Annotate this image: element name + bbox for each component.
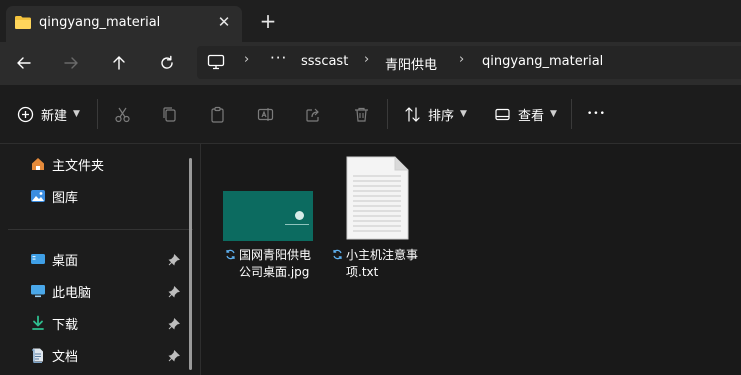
pin-icon[interactable] — [168, 254, 180, 266]
more-options-button[interactable]: ••• — [587, 102, 606, 126]
rename-button[interactable] — [257, 102, 274, 126]
navigation-bar: › ··· ssscast › 青阳供电 › qingyang_material — [0, 42, 741, 85]
sidebar-scrollbar[interactable] — [189, 158, 192, 370]
text-file-icon — [346, 156, 409, 240]
chevron-right-icon[interactable]: › — [364, 52, 369, 67]
view-icon — [495, 108, 510, 120]
tab-strip: qingyang_material ✕ + — [0, 0, 741, 42]
desktop-icon — [31, 254, 45, 264]
new-label: 新建 — [41, 108, 68, 124]
sidebar-item-label: 图库 — [52, 190, 79, 206]
command-bar: 新建 ▼ 排序 ▼ 查看 ▼ ••• — [0, 85, 741, 144]
new-tab-button[interactable]: + — [258, 11, 278, 31]
sidebar-divider — [8, 229, 193, 230]
sort-icon — [405, 106, 420, 122]
toolbar-divider — [97, 99, 98, 129]
computer-icon — [207, 54, 225, 70]
up-button[interactable] — [105, 51, 133, 75]
tab-title: qingyang_material — [39, 15, 161, 30]
forward-button[interactable] — [57, 51, 85, 75]
file-name-line: 公司桌面.jpg — [239, 265, 310, 279]
sidebar-item-label: 桌面 — [52, 253, 79, 269]
sidebar-item-documents[interactable]: 文档 — [30, 344, 78, 366]
refresh-button[interactable] — [153, 51, 181, 75]
sidebar-item-label: 文档 — [52, 349, 79, 365]
sort-label: 排序 — [428, 108, 455, 124]
sidebar-item-downloads[interactable]: 下载 — [30, 312, 78, 334]
arrow-left-icon — [17, 57, 31, 69]
tab-qingyang-material[interactable]: qingyang_material ✕ — [6, 6, 242, 42]
paste-button[interactable] — [209, 102, 226, 126]
file-thumbnail-text[interactable] — [345, 156, 409, 240]
download-icon — [32, 315, 44, 330]
navigation-pane: 主文件夹 图库 桌面 此电脑 下载 文档 — [0, 144, 200, 375]
copy-icon — [163, 106, 176, 122]
file-list: 国网青阳供电 公司桌面.jpg 小主机注意事 项.txt — [201, 144, 741, 375]
sidebar-item-label: 下载 — [52, 317, 79, 333]
home-icon — [32, 158, 44, 170]
copy-button[interactable] — [161, 102, 178, 126]
toolbar-divider — [387, 99, 388, 129]
sync-icon — [226, 249, 235, 260]
pin-icon[interactable] — [168, 350, 180, 362]
sync-icon — [333, 249, 342, 260]
this-pc-icon — [31, 285, 45, 298]
clipboard-icon — [211, 106, 224, 123]
gallery-icon — [31, 190, 45, 202]
arrow-up-icon — [113, 56, 125, 70]
sidebar-item-gallery[interactable]: 图库 — [30, 185, 78, 207]
file-name-txt[interactable]: 小主机注意事 项.txt — [332, 247, 418, 281]
trash-icon — [355, 107, 368, 122]
chevron-down-icon: ▼ — [550, 109, 557, 119]
file-name-line: 小主机注意事 — [346, 248, 419, 262]
refresh-icon — [161, 55, 173, 69]
logo-caption-line — [285, 224, 309, 225]
folder-icon — [14, 15, 32, 30]
document-icon — [32, 348, 43, 363]
sidebar-item-label: 此电脑 — [52, 285, 92, 301]
sidebar-item-home[interactable]: 主文件夹 — [30, 153, 104, 175]
pin-icon[interactable] — [168, 286, 180, 298]
breadcrumb-qingyang-material[interactable]: qingyang_material — [482, 54, 603, 69]
file-name-line: 国网青阳供电 — [239, 248, 312, 262]
logo-mark — [295, 211, 304, 220]
chevron-down-icon: ▼ — [73, 109, 80, 119]
sidebar-item-desktop[interactable]: 桌面 — [30, 248, 78, 270]
toolbar-divider — [571, 99, 572, 129]
rename-icon — [257, 107, 274, 121]
share-icon — [306, 108, 319, 122]
breadcrumb-ssscast[interactable]: ssscast — [301, 54, 348, 69]
address-bar[interactable]: › ··· ssscast › 青阳供电 › qingyang_material — [197, 46, 741, 79]
sidebar-item-label: 主文件夹 — [52, 158, 105, 174]
file-name-line: 项.txt — [346, 265, 379, 279]
chevron-right-icon: › — [244, 52, 250, 67]
more-icon: ••• — [587, 109, 606, 119]
arrow-right-icon — [64, 57, 78, 69]
breadcrumb-qingyang-power[interactable]: 青阳供电 — [385, 54, 437, 73]
delete-button[interactable] — [353, 102, 370, 126]
new-button[interactable]: 新建 ▼ — [17, 102, 80, 126]
plus-circle-icon — [17, 106, 34, 122]
file-thumbnail-image[interactable] — [223, 191, 313, 241]
sidebar-item-this-pc[interactable]: 此电脑 — [30, 280, 91, 302]
chevron-right-icon[interactable]: › — [459, 52, 464, 67]
scissors-icon — [115, 107, 130, 122]
cut-button[interactable] — [114, 102, 131, 126]
view-label: 查看 — [518, 108, 545, 124]
back-button[interactable] — [10, 51, 38, 75]
view-button[interactable]: 查看 ▼ — [494, 102, 557, 126]
share-button[interactable] — [305, 102, 322, 126]
pin-icon[interactable] — [168, 318, 180, 330]
close-icon[interactable]: ✕ — [214, 12, 234, 32]
sort-button[interactable]: 排序 ▼ — [404, 102, 467, 126]
file-name-jpg[interactable]: 国网青阳供电 公司桌面.jpg — [225, 247, 311, 281]
chevron-down-icon: ▼ — [460, 109, 467, 119]
breadcrumb-overflow[interactable]: ··· — [270, 49, 287, 67]
